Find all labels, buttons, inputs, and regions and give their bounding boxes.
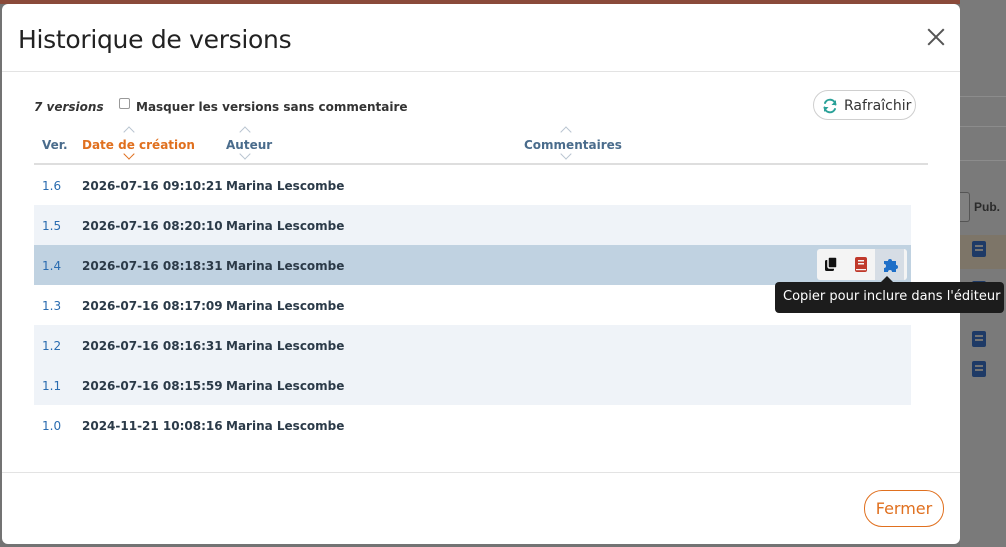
background-select — [960, 192, 970, 222]
version-link[interactable]: 1.6 — [42, 179, 61, 193]
creation-date: 2026-07-16 08:16:31 — [82, 339, 223, 353]
sort-asc-icon[interactable] — [123, 126, 135, 138]
version-history-modal: Historique de versions 7 versions Masque… — [2, 4, 960, 544]
background-book-icon — [972, 361, 986, 377]
author-name: Marina Lescombe — [226, 419, 345, 433]
book-icon — [855, 257, 867, 272]
view-button[interactable] — [846, 249, 875, 280]
refresh-button[interactable]: Rafraîchir — [813, 90, 916, 120]
creation-date: 2024-11-21 10:08:16 — [82, 419, 223, 433]
close-icon[interactable] — [923, 24, 949, 50]
creation-date: 2026-07-16 08:18:31 — [82, 259, 223, 273]
copy-button[interactable] — [817, 249, 846, 280]
author-name: Marina Lescombe — [226, 219, 345, 233]
background-right-panel — [960, 0, 1006, 547]
version-link[interactable]: 1.3 — [42, 299, 61, 313]
author-name: Marina Lescombe — [226, 259, 345, 273]
version-link[interactable]: 1.1 — [42, 379, 61, 393]
refresh-label: Rafraîchir — [844, 98, 912, 114]
hide-uncommented-checkbox[interactable] — [119, 98, 130, 109]
close-button[interactable]: Fermer — [864, 490, 944, 527]
modal-footer-divider — [2, 472, 960, 473]
sort-asc-icon[interactable] — [239, 126, 251, 138]
table-row-selected[interactable]: 1.4 2026-07-16 08:18:31 Marina Lescombe — [34, 245, 911, 285]
column-header-date[interactable]: Date de création — [82, 138, 195, 152]
table-row[interactable]: 1.6 2026-07-16 09:10:21 Marina Lescombe — [34, 165, 911, 205]
copy-icon — [825, 256, 838, 271]
row-actions — [817, 249, 907, 280]
version-link[interactable]: 1.4 — [42, 259, 61, 273]
creation-date: 2026-07-16 08:20:10 — [82, 219, 223, 233]
background-column-label: Pub. — [974, 200, 1000, 214]
table-row[interactable]: 1.5 2026-07-16 08:20:10 Marina Lescombe — [34, 205, 911, 245]
tooltip: Copier pour inclure dans l'éditeur — [775, 276, 1004, 313]
table-row[interactable]: 1.2 2026-07-16 08:16:31 Marina Lescombe — [34, 325, 911, 365]
author-name: Marina Lescombe — [226, 299, 345, 313]
column-header-version[interactable]: Ver. — [42, 138, 68, 152]
column-header-comments[interactable]: Commentaires — [524, 138, 622, 152]
version-link[interactable]: 1.5 — [42, 219, 61, 233]
creation-date: 2026-07-16 09:10:21 — [82, 179, 223, 193]
creation-date: 2026-07-16 08:15:59 — [82, 379, 223, 393]
author-name: Marina Lescombe — [226, 379, 345, 393]
hide-uncommented-label[interactable]: Masquer les versions sans commentaire — [136, 100, 408, 114]
background-book-icon — [972, 241, 986, 257]
version-link[interactable]: 1.0 — [42, 419, 61, 433]
author-name: Marina Lescombe — [226, 179, 345, 193]
column-header-author[interactable]: Auteur — [226, 138, 272, 152]
author-name: Marina Lescombe — [226, 339, 345, 353]
version-count: 7 versions — [34, 100, 104, 114]
table-row[interactable]: 1.0 2024-11-21 10:08:16 Marina Lescombe — [34, 405, 911, 445]
table-row[interactable]: 1.1 2026-07-16 08:15:59 Marina Lescombe — [34, 365, 911, 405]
creation-date: 2026-07-16 08:17:09 — [82, 299, 223, 313]
background-book-icon — [972, 331, 986, 347]
sort-asc-icon[interactable] — [560, 126, 572, 138]
version-link[interactable]: 1.2 — [42, 339, 61, 353]
modal-header: Historique de versions — [2, 4, 960, 72]
modal-title: Historique de versions — [18, 25, 292, 54]
refresh-icon — [823, 98, 837, 114]
